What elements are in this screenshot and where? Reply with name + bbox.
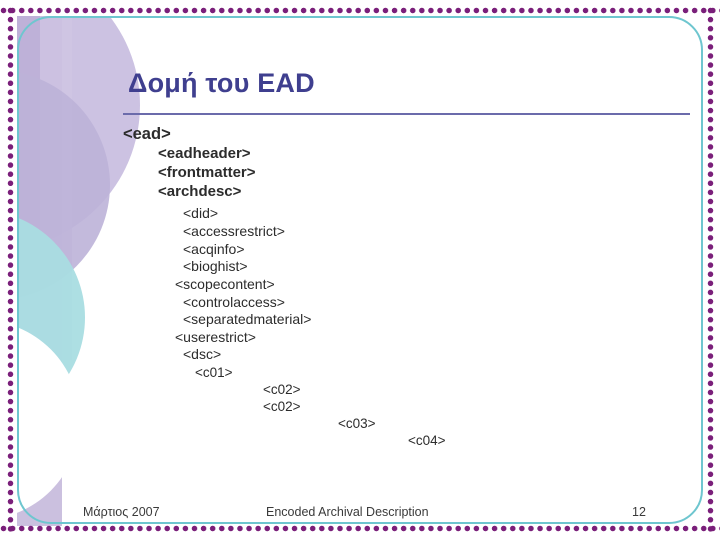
tree-line: <c02> bbox=[263, 382, 301, 398]
tree-line: <accessrestrict> bbox=[183, 223, 285, 240]
tree-line: <did> bbox=[183, 205, 219, 222]
slide-title: Δομή του EAD bbox=[128, 68, 315, 98]
tree-line: <acqinfo> bbox=[183, 240, 245, 257]
tree-line: <bioghist> bbox=[183, 258, 248, 275]
tree-line: <archdesc> bbox=[158, 182, 242, 200]
tree-line: <ead> bbox=[123, 125, 171, 143]
tree-line: <c02> bbox=[263, 399, 301, 415]
tree-line: <c03> bbox=[338, 416, 376, 432]
dotted-border-bottom bbox=[0, 525, 720, 532]
tree-line: <userestrict> bbox=[175, 328, 256, 345]
tree-line: <frontmatter> bbox=[158, 163, 256, 181]
title-underline-rule bbox=[123, 113, 690, 115]
ead-structure-tree: <ead> <eadheader> <frontmatter> <archdesc> <… bbox=[0, 124, 720, 449]
footer-page-number: 12 bbox=[632, 505, 646, 519]
tree-line: <scopecontent> bbox=[175, 275, 275, 292]
tree-line: <separatedmaterial> bbox=[183, 311, 312, 328]
tree-line: <dsc> bbox=[183, 346, 222, 363]
slide-canvas: Δομή του EAD <ead> <eadheader> <frontmatte… bbox=[0, 0, 720, 540]
dotted-border-top bbox=[0, 7, 720, 14]
footer-subject: Encoded Archival Description bbox=[266, 505, 429, 519]
tree-line: <c01> bbox=[195, 365, 233, 381]
tree-line: <c04> bbox=[408, 433, 446, 449]
tree-line: <eadheader> bbox=[158, 144, 251, 162]
tree-line: <controlaccess> bbox=[183, 293, 285, 310]
footer-date: Μάρτιος 2007 bbox=[83, 505, 160, 519]
